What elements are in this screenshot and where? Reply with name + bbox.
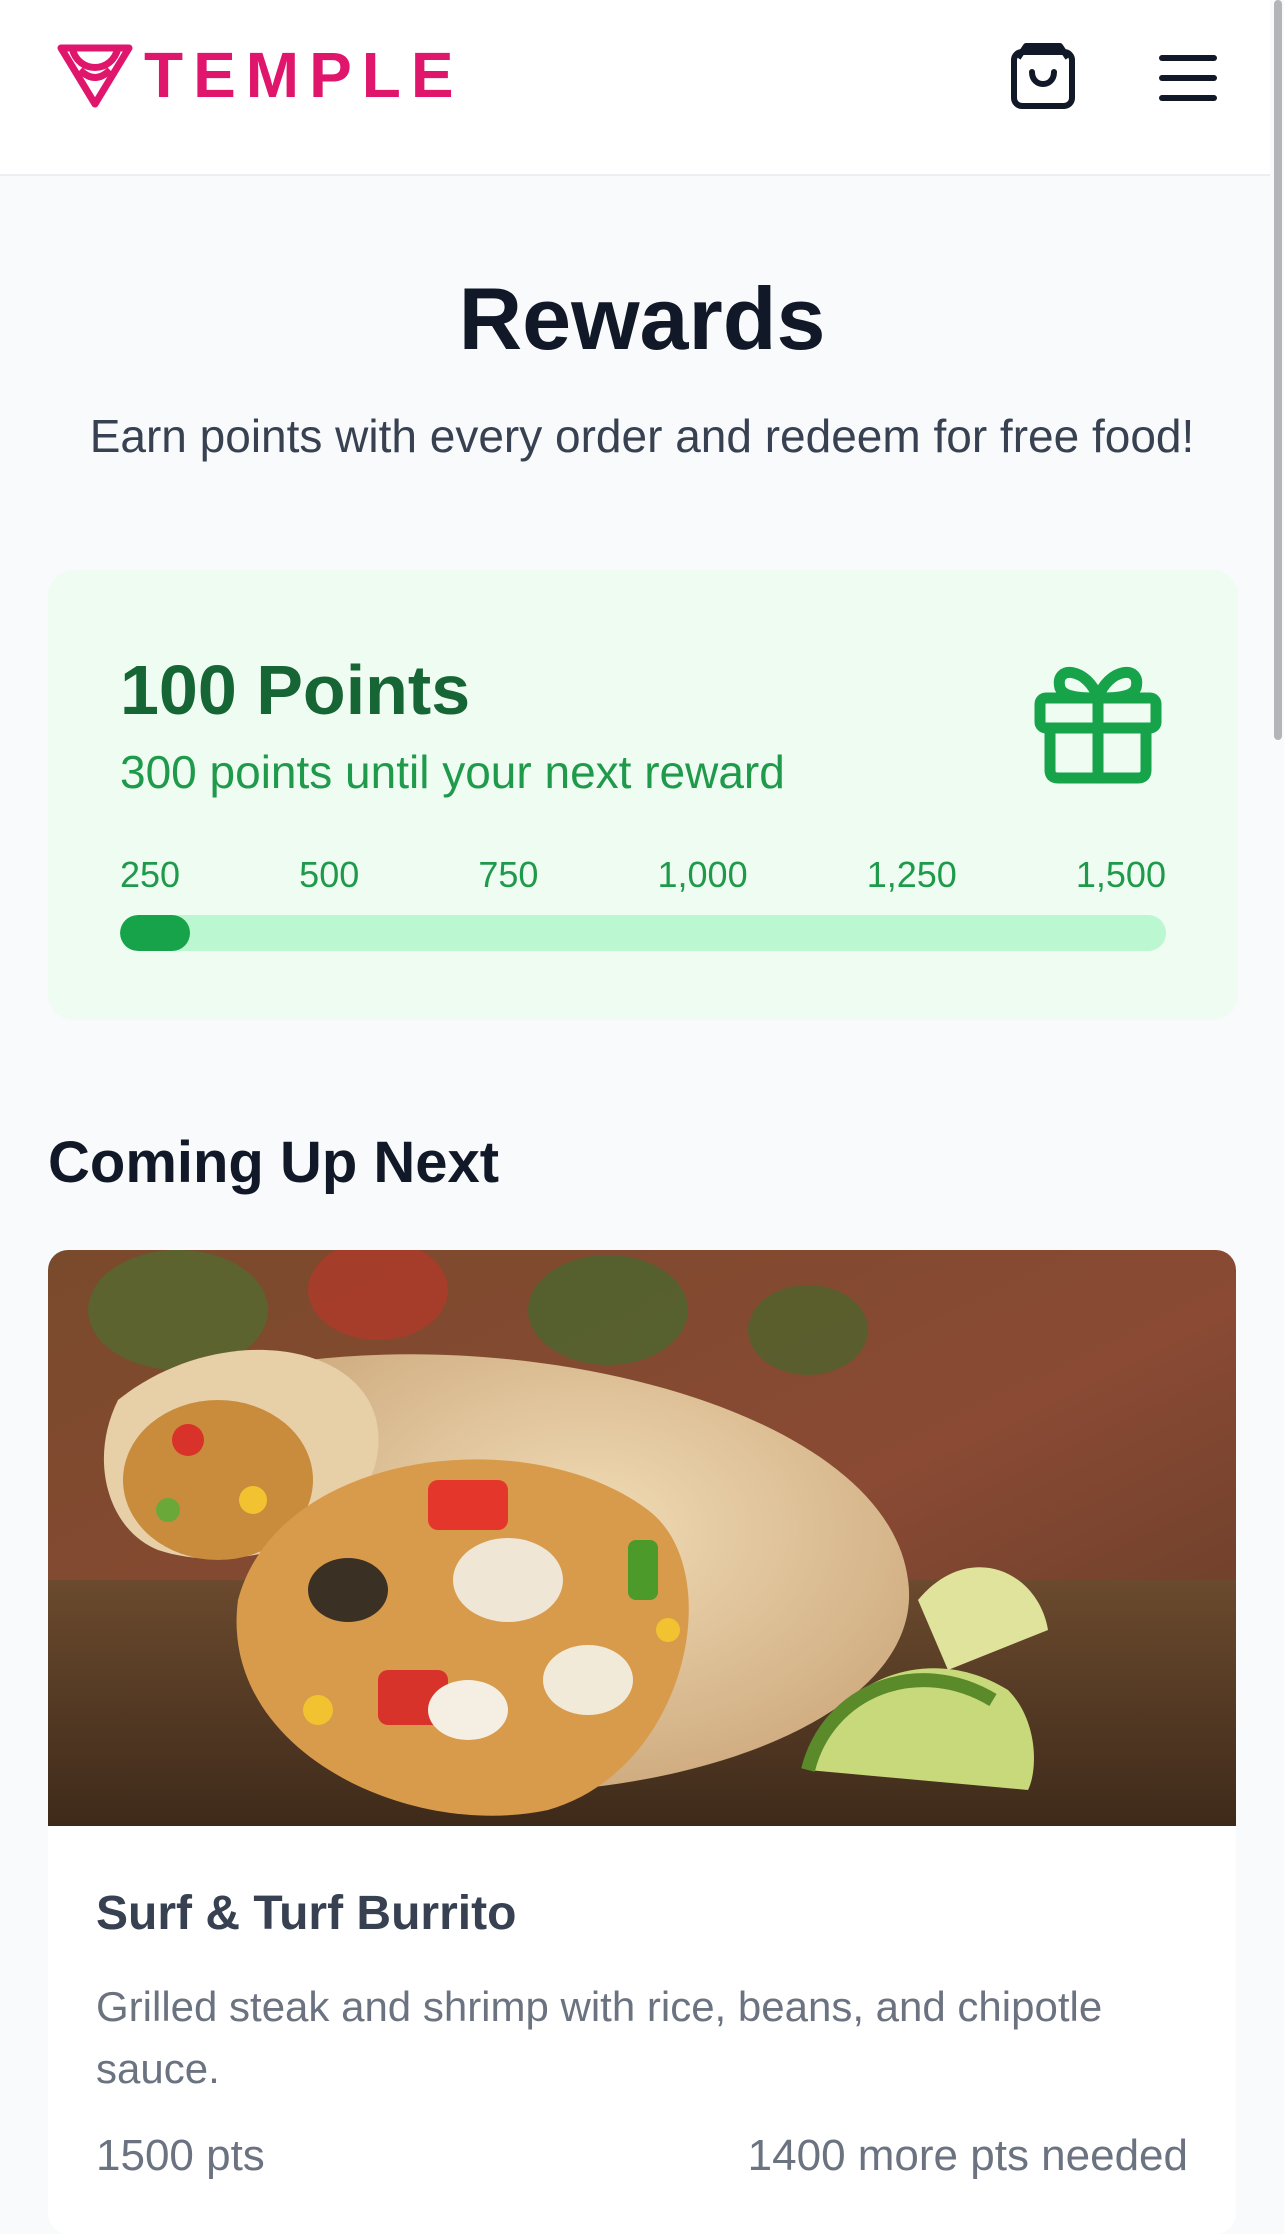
reward-description: Grilled steak and shrimp with rice, bean… xyxy=(96,1983,1103,2092)
gift-icon xyxy=(1034,667,1162,784)
top-navbar: TEMPLE xyxy=(0,0,1270,176)
points-progress-fill xyxy=(120,915,191,951)
cart-button[interactable] xyxy=(1008,40,1080,112)
reward-name: Surf & Turf Burrito xyxy=(96,1887,517,1940)
progress-tick: 1,250 xyxy=(866,854,957,895)
points-progress-bar xyxy=(120,915,1166,951)
menu-button[interactable] xyxy=(1158,48,1218,108)
reward-points-cost: 1500 pts xyxy=(96,2131,265,2180)
reward-food-image xyxy=(48,1250,1236,1826)
progress-tick: 250 xyxy=(120,854,181,895)
temple-logo-icon xyxy=(57,44,133,108)
page-subtitle: Earn points with every order and redeem … xyxy=(89,410,1195,462)
progress-tick: 1,500 xyxy=(1075,854,1166,895)
hamburger-menu-icon xyxy=(1159,55,1217,101)
reward-points-needed: 1400 more pts needed xyxy=(747,2131,1188,2180)
points-total: 100 Points xyxy=(120,651,471,729)
brand-name: TEMPLE xyxy=(144,39,464,111)
points-card: 100 Points 300 points until your next re… xyxy=(48,570,1238,1020)
reward-card[interactable]: Surf & Turf Burrito Grilled steak and sh… xyxy=(48,1250,1236,2234)
progress-tick: 1,000 xyxy=(657,854,748,895)
progress-tick: 500 xyxy=(299,854,360,895)
page-title: Rewards xyxy=(458,269,826,368)
points-until-next: 300 points until your next reward xyxy=(120,746,785,798)
coming-up-heading: Coming Up Next xyxy=(48,1130,500,1195)
progress-ticks: 250 500 750 1,000 1,250 1,500 xyxy=(120,850,1166,900)
brand-logo[interactable]: TEMPLE xyxy=(56,40,464,110)
shopping-bag-icon xyxy=(1011,43,1075,109)
progress-tick: 750 xyxy=(478,854,539,895)
